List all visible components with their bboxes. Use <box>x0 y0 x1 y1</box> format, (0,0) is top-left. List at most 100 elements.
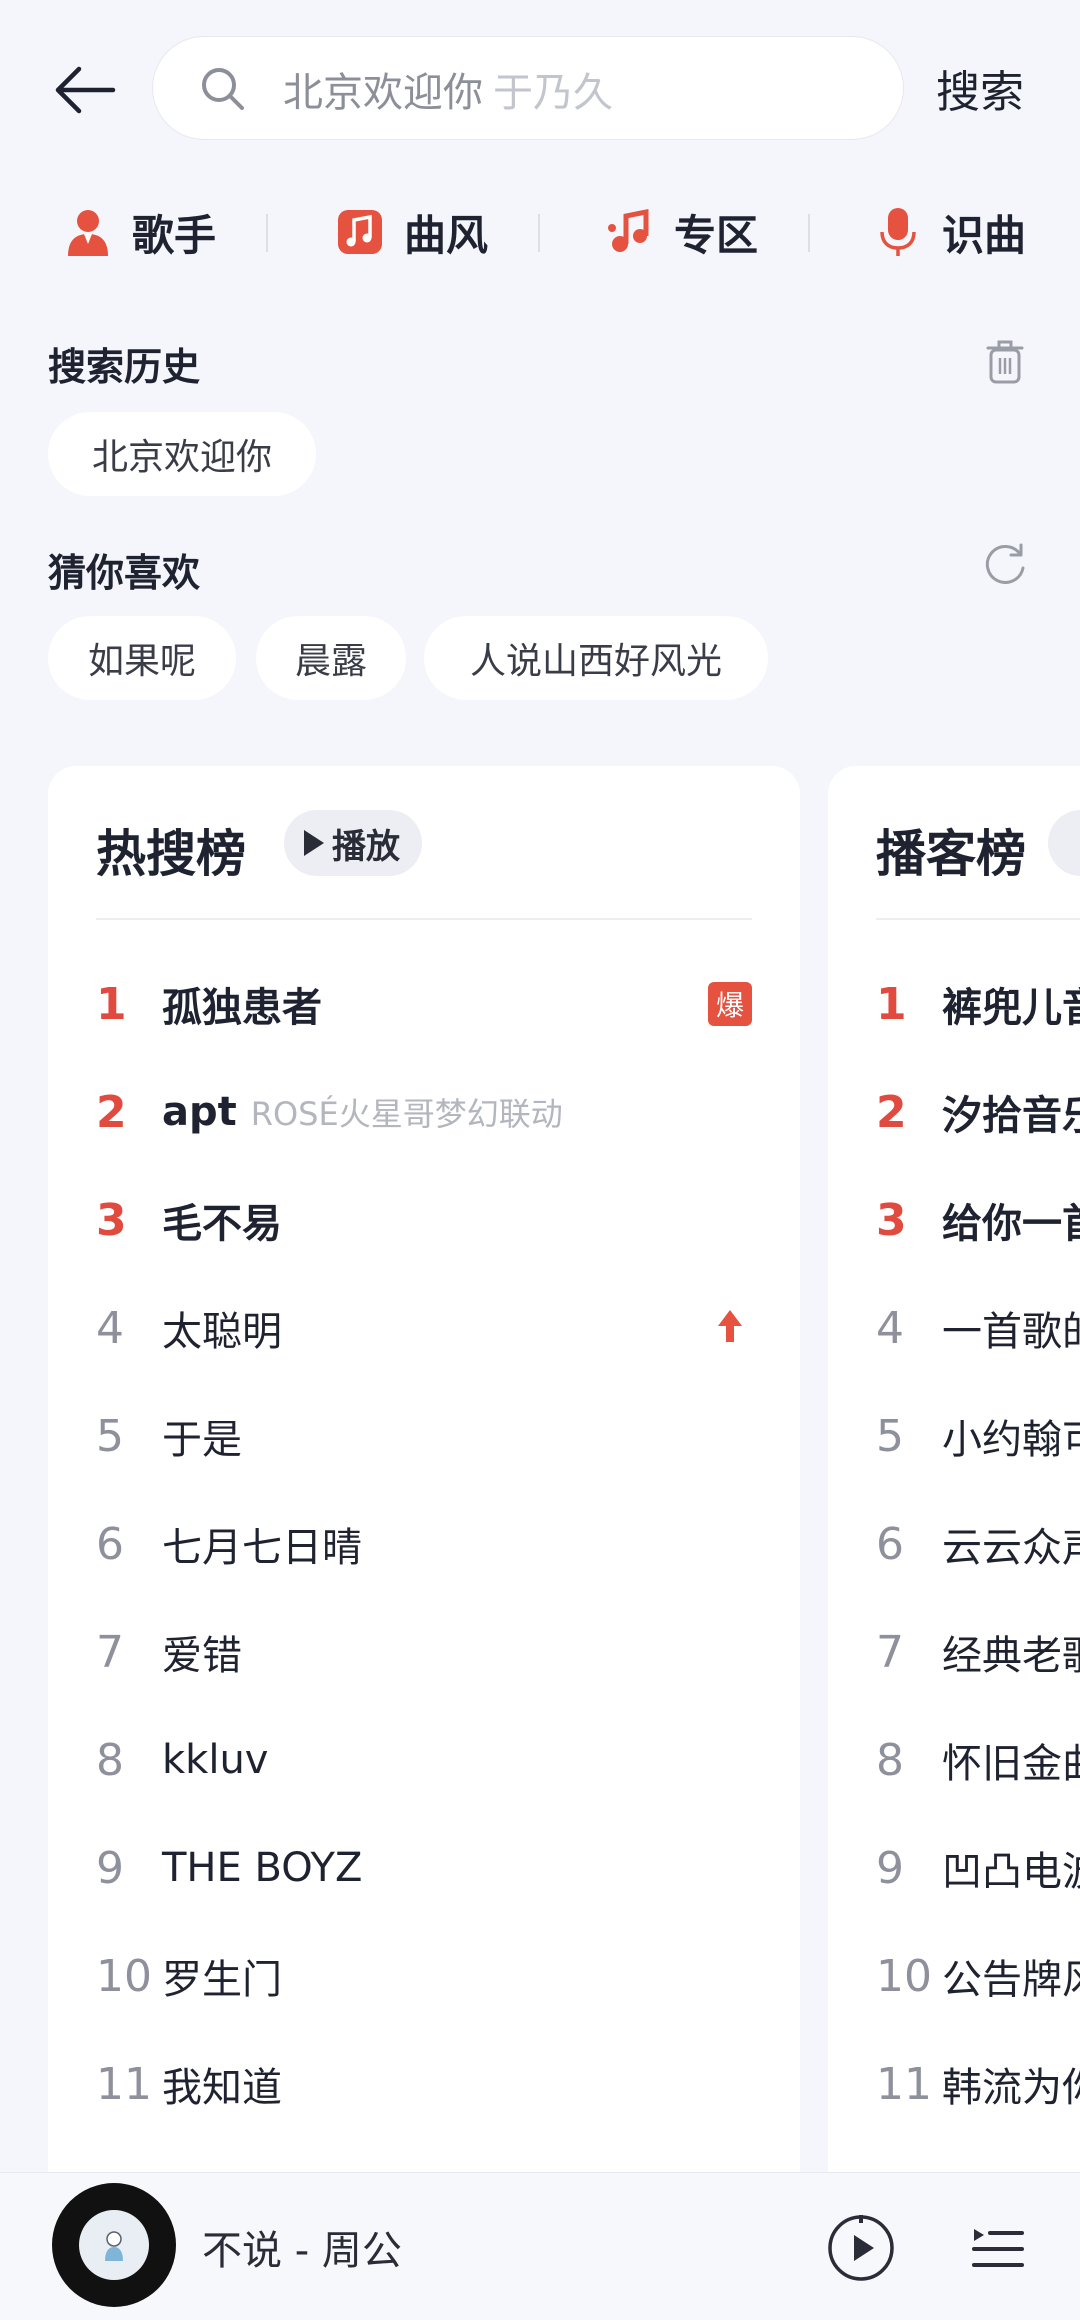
guess-chip[interactable]: 如果呢 <box>48 616 236 700</box>
rank-number: 9 <box>876 1842 904 1894</box>
microphone-icon <box>880 208 916 256</box>
chart-row[interactable]: 8 kkluv <box>48 1706 800 1814</box>
podcast-name: 一首歌的 <box>942 1309 1080 1355</box>
divider <box>96 918 752 920</box>
guess-chip[interactable]: 晨露 <box>256 616 406 700</box>
chart-row[interactable]: 10 罗生门 <box>48 1922 800 2030</box>
divider <box>876 918 1080 920</box>
chart-row[interactable]: 7 经典老歌 <box>828 1598 1080 1706</box>
category-bar: 歌手 曲风 专区 识曲 <box>0 192 1080 272</box>
song-title: 太聪明 <box>162 1309 282 1355</box>
guess-title: 猜你喜欢 <box>48 551 201 595</box>
chart-row[interactable]: 6 云云众声 <box>828 1490 1080 1598</box>
rank-number: 4 <box>96 1302 124 1354</box>
chart-row[interactable]: 9 凹凸电波 <box>828 1814 1080 1922</box>
podcast-name: 小约翰可 <box>942 1417 1080 1463</box>
search-input[interactable]: 北京欢迎你 于乃久 <box>283 37 883 141</box>
chart-row[interactable]: 8 怀旧金曲 <box>828 1706 1080 1814</box>
now-playing-text: 不说 - 周公 <box>202 2228 402 2274</box>
search-button[interactable]: 搜索 <box>936 56 1024 120</box>
chart-row[interactable]: 4 太聪明 <box>48 1274 800 1382</box>
chart-row[interactable]: 5 于是 <box>48 1382 800 1490</box>
singer-icon <box>68 210 108 256</box>
search-hint: 于乃久 <box>493 70 613 116</box>
back-button[interactable] <box>45 50 125 130</box>
chart-row[interactable]: 11 我知道 <box>48 2030 800 2138</box>
podcast-name: 云云众声 <box>942 1525 1080 1571</box>
search-box[interactable]: 北京欢迎你 于乃久 <box>152 36 904 140</box>
category-genre[interactable]: 曲风 <box>334 192 488 272</box>
chart-row[interactable]: 2 汐拾音乐 <box>828 1058 1080 1166</box>
rank-number: 8 <box>876 1734 904 1786</box>
rank-number: 1 <box>876 978 907 1030</box>
category-label: 曲风 <box>404 210 489 260</box>
song-title: 爱错 <box>162 1633 242 1679</box>
podcast-name: 公告牌风 <box>942 1957 1080 2003</box>
rank-number: 11 <box>96 2058 152 2110</box>
podcast-name: 汐拾音乐 <box>942 1093 1080 1139</box>
rank-number: 2 <box>96 1086 127 1138</box>
hot-search-card: 热搜榜 播放 1 孤独患者 爆 2 apt ROSÉ火星哥梦幻联动 3 毛不易 … <box>48 766 800 2320</box>
notes-icon <box>608 208 649 252</box>
rank-number: 3 <box>876 1194 907 1246</box>
rank-number: 7 <box>96 1626 124 1678</box>
guess-chip[interactable]: 人说山西好风光 <box>424 616 768 700</box>
rank-number: 5 <box>876 1410 904 1462</box>
chart-row[interactable]: 5 小约翰可 <box>828 1382 1080 1490</box>
category-zone[interactable]: 专区 <box>604 192 758 272</box>
chart-row[interactable]: 6 七月七日晴 <box>48 1490 800 1598</box>
rank-number: 10 <box>876 1950 932 2002</box>
divider <box>538 214 540 252</box>
back-arrow-icon <box>55 66 116 114</box>
chart-row[interactable]: 3 毛不易 <box>48 1166 800 1274</box>
song-title: 毛不易 <box>162 1201 282 1247</box>
rank-number: 2 <box>876 1086 907 1138</box>
chart-row[interactable]: 7 爱错 <box>48 1598 800 1706</box>
search-header: 北京欢迎你 于乃久 搜索 <box>0 0 1080 160</box>
mini-player[interactable]: 不说 - 周公 <box>0 2172 1080 2320</box>
song-title: THE BOYZ <box>162 1845 363 1891</box>
category-label: 歌手 <box>132 210 217 260</box>
chart-row[interactable]: 9 THE BOYZ <box>48 1814 800 1922</box>
chart-row[interactable]: 3 给你一首 <box>828 1166 1080 1274</box>
category-recognize[interactable]: 识曲 <box>872 192 1026 272</box>
trash-icon[interactable] <box>980 336 1030 386</box>
chart-row[interactable]: 10 公告牌风 <box>828 1922 1080 2030</box>
album-disc[interactable] <box>52 2183 176 2307</box>
history-chip[interactable]: 北京欢迎你 <box>48 412 316 496</box>
history-title: 搜索历史 <box>48 345 201 389</box>
play-pause-icon[interactable] <box>826 2213 896 2283</box>
album-cover <box>79 2210 149 2280</box>
play-label: 播放 <box>332 826 400 867</box>
podcast-title: 播客榜 <box>876 825 1026 883</box>
play-all-button[interactable]: 播放 <box>284 810 422 876</box>
category-singer[interactable]: 歌手 <box>62 192 216 272</box>
podcast-play-button[interactable] <box>1048 810 1080 876</box>
divider <box>266 214 268 252</box>
chart-row[interactable]: 1 裤兜儿音 <box>828 950 1080 1058</box>
rank-number: 5 <box>96 1410 124 1462</box>
category-label: 专区 <box>674 210 759 260</box>
album-art-icon <box>105 2231 123 2261</box>
podcast-name: 怀旧金曲 <box>942 1741 1080 1787</box>
playlist-icon[interactable] <box>970 2219 1026 2275</box>
search-query: 北京欢迎你 <box>283 70 483 116</box>
rank-number: 10 <box>96 1950 152 2002</box>
search-icon <box>202 68 244 110</box>
refresh-icon[interactable] <box>980 540 1030 590</box>
divider <box>808 214 810 252</box>
chart-row[interactable]: 11 韩流为你 <box>828 2030 1080 2138</box>
song-title: 于是 <box>162 1417 242 1463</box>
song-title: apt ROSÉ火星哥梦幻联动 <box>162 1058 563 1166</box>
rank-number: 4 <box>876 1302 904 1354</box>
chart-row[interactable]: 1 孤独患者 爆 <box>48 950 800 1058</box>
podcast-name: 韩流为你 <box>942 2065 1080 2111</box>
rank-number: 7 <box>876 1626 904 1678</box>
chart-row[interactable]: 4 一首歌的 <box>828 1274 1080 1382</box>
podcast-name: 经典老歌 <box>942 1633 1080 1679</box>
hot-badge: 爆 <box>708 982 752 1026</box>
category-label: 识曲 <box>942 210 1027 260</box>
rank-number: 11 <box>876 2058 932 2110</box>
chart-row[interactable]: 2 apt ROSÉ火星哥梦幻联动 <box>48 1058 800 1166</box>
podcast-card: 播客榜 1 裤兜儿音 2 汐拾音乐 3 给你一首 4 一首歌的 5 小约翰可 6… <box>828 766 1080 2320</box>
